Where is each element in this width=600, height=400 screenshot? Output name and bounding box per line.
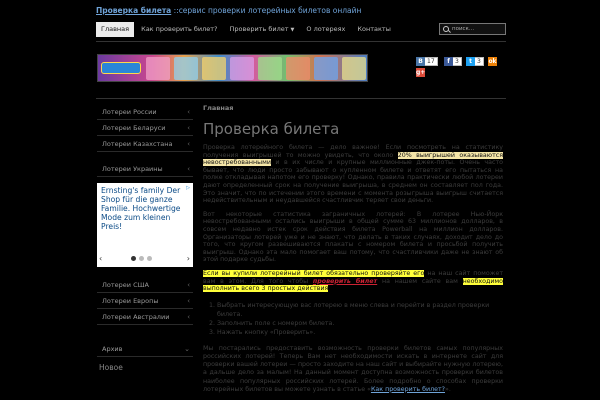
sidebar-archive[interactable]: Архив ⌄ (97, 341, 193, 357)
chevron-left-icon[interactable]: ‹ (99, 254, 102, 263)
page-title: Проверка билета (203, 120, 340, 138)
sidebar-new-heading: Новое (99, 363, 123, 372)
banner-tile (202, 57, 226, 80)
how-to-check-link[interactable]: Как проверить билет? (371, 386, 445, 393)
ad-choices-icon[interactable]: ▷ (186, 185, 190, 191)
banner-tile (258, 57, 282, 80)
chevron-left-icon: ‹ (187, 281, 190, 289)
stats-paragraph: Вот некоторые статистика заграничных лот… (203, 210, 503, 264)
banner-tile (286, 57, 310, 80)
sidebar-item-label: Лотереи Украины (102, 165, 163, 173)
chevron-left-icon: ‹ (187, 108, 190, 116)
intro-text-cont: и в их числе и крупные миллионные джек-п… (203, 159, 503, 205)
banner-tile (174, 57, 198, 80)
nav-item-how-to-check[interactable]: Как проверить билет? (136, 22, 222, 37)
search-input[interactable] (452, 24, 502, 34)
sidebar-item-kazakhstan[interactable]: Лотереи Казахстана ‹ (97, 136, 193, 152)
ad-text: Ernsting's family Der Shop für die ganze… (101, 186, 181, 231)
vk-icon: В (416, 57, 425, 66)
nav-item-contacts[interactable]: Контакты (352, 22, 395, 37)
sidebar-item-usa[interactable]: Лотереи США ‹ (97, 277, 193, 293)
sidebar-ad[interactable]: Ernsting's family Der Shop für die ganze… (97, 183, 193, 267)
carousel-dot[interactable] (147, 256, 152, 261)
facebook-icon: f (444, 57, 453, 66)
sidebar-item-label: Лотереи США (102, 281, 150, 289)
banner-tile (146, 57, 170, 80)
sidebar-item-label: Лотереи Казахстана (102, 140, 173, 148)
steps-list: Выбрать интересующую вас лотерею в меню … (203, 301, 503, 337)
closing-text: Мы постарались предоставить возможность … (203, 344, 503, 393)
twitter-share-count: 3 (475, 57, 484, 66)
sidebar-item-ukraine[interactable]: Лотереи Украины ‹ (97, 161, 193, 177)
carousel-dot[interactable] (139, 256, 144, 261)
search-box (439, 23, 506, 35)
chevron-down-icon: ⌄ (184, 345, 190, 353)
site-tagline: ::сервис проверки лотерейных билетов онл… (171, 6, 362, 15)
header-divider (96, 41, 506, 42)
closing-paragraph: Мы постарались предоставить возможность … (203, 345, 503, 394)
closing-text-end: ». (444, 385, 451, 393)
chevron-left-icon: ‹ (187, 140, 190, 148)
google-plus-icon: g+ (416, 68, 426, 77)
cta-highlight: Если вы купили лотерейный билет обязател… (203, 269, 425, 277)
sidebar-item-australia[interactable]: Лотереи Австралии ‹ (97, 309, 193, 325)
site-title-link[interactable]: Проверка билета (96, 6, 171, 15)
sidebar-item-belarus[interactable]: Лотереи Беларуси ‹ (97, 120, 193, 136)
twitter-icon: t (466, 57, 475, 66)
cta-text-cont: на нашем сайте вам (377, 277, 463, 285)
odnoklassniki-share-button[interactable]: ok (488, 57, 497, 66)
intro-paragraph: Проверка лотерейного билета — дело важно… (203, 144, 503, 205)
nav-item-check-ticket-label: Проверить билет (229, 24, 289, 33)
main-content: Главная Проверка билета Проверка лотерей… (203, 104, 504, 394)
sidebar-archive-label: Архив (102, 345, 123, 353)
facebook-share-button[interactable]: f3 (444, 57, 462, 66)
chevron-left-icon: ‹ (187, 165, 190, 173)
carousel-dot[interactable] (131, 256, 136, 261)
list-item: Выбрать интересующую вас лотерею в меню … (217, 301, 503, 319)
check-ticket-link[interactable]: проверить билет (313, 278, 377, 285)
social-share: В 17 f3 t3 ok g+ (388, 57, 506, 81)
breadcrumb[interactable]: Главная (203, 104, 503, 112)
chevron-down-icon: ▼ (290, 26, 295, 33)
sidebar-item-label: Лотереи Беларуси (102, 124, 166, 132)
nav-item-home[interactable]: Главная (96, 21, 135, 37)
ad-carousel-dots (131, 256, 152, 261)
chevron-left-icon: ‹ (187, 124, 190, 132)
vk-share-count: 17 (425, 57, 438, 66)
sidebar: Лотереи России ‹ Лотереи Беларуси ‹ Лотере… (97, 104, 193, 372)
nav-item-about-lotteries[interactable]: О лотереях (301, 22, 350, 37)
sidebar-item-label: Лотереи Европы (102, 297, 159, 305)
chevron-left-icon: ‹ (187, 297, 190, 305)
odnoklassniki-icon: ok (488, 57, 497, 66)
game-ad-banner[interactable] (97, 54, 368, 82)
content-divider (96, 98, 506, 99)
chevron-right-icon[interactable]: › (187, 254, 190, 263)
sidebar-item-europe[interactable]: Лотереи Европы ‹ (97, 293, 193, 309)
chevron-left-icon: ‹ (187, 313, 190, 321)
list-item: Заполнить поле с номером билета. (217, 319, 503, 328)
twitter-share-button[interactable]: t3 (466, 57, 484, 66)
search-icon[interactable] (443, 26, 449, 32)
list-item: Нажать кнопку «Проверить». (217, 328, 503, 337)
sidebar-item-label: Лотереи Австралии (102, 313, 170, 321)
vk-share-button[interactable]: В 17 (416, 57, 438, 66)
site-header: Проверка билета ::сервис проверки лотере… (96, 6, 506, 18)
banner-logo (101, 62, 141, 74)
sidebar-item-russia[interactable]: Лотереи России ‹ (97, 104, 193, 120)
main-nav: Главная Как проверить билет? Проверить б… (96, 20, 506, 38)
banner-tile (342, 57, 366, 80)
nav-item-check-ticket[interactable]: Проверить билет ▼ (225, 22, 300, 37)
google-plus-share-button[interactable]: g+ (416, 68, 425, 77)
banner-tile (230, 57, 254, 80)
facebook-share-count: 3 (453, 57, 462, 66)
banner-tile (314, 57, 338, 80)
sidebar-item-label: Лотереи России (102, 108, 157, 116)
call-to-action-paragraph: Если вы купили лотерейный билет обязател… (203, 269, 504, 293)
